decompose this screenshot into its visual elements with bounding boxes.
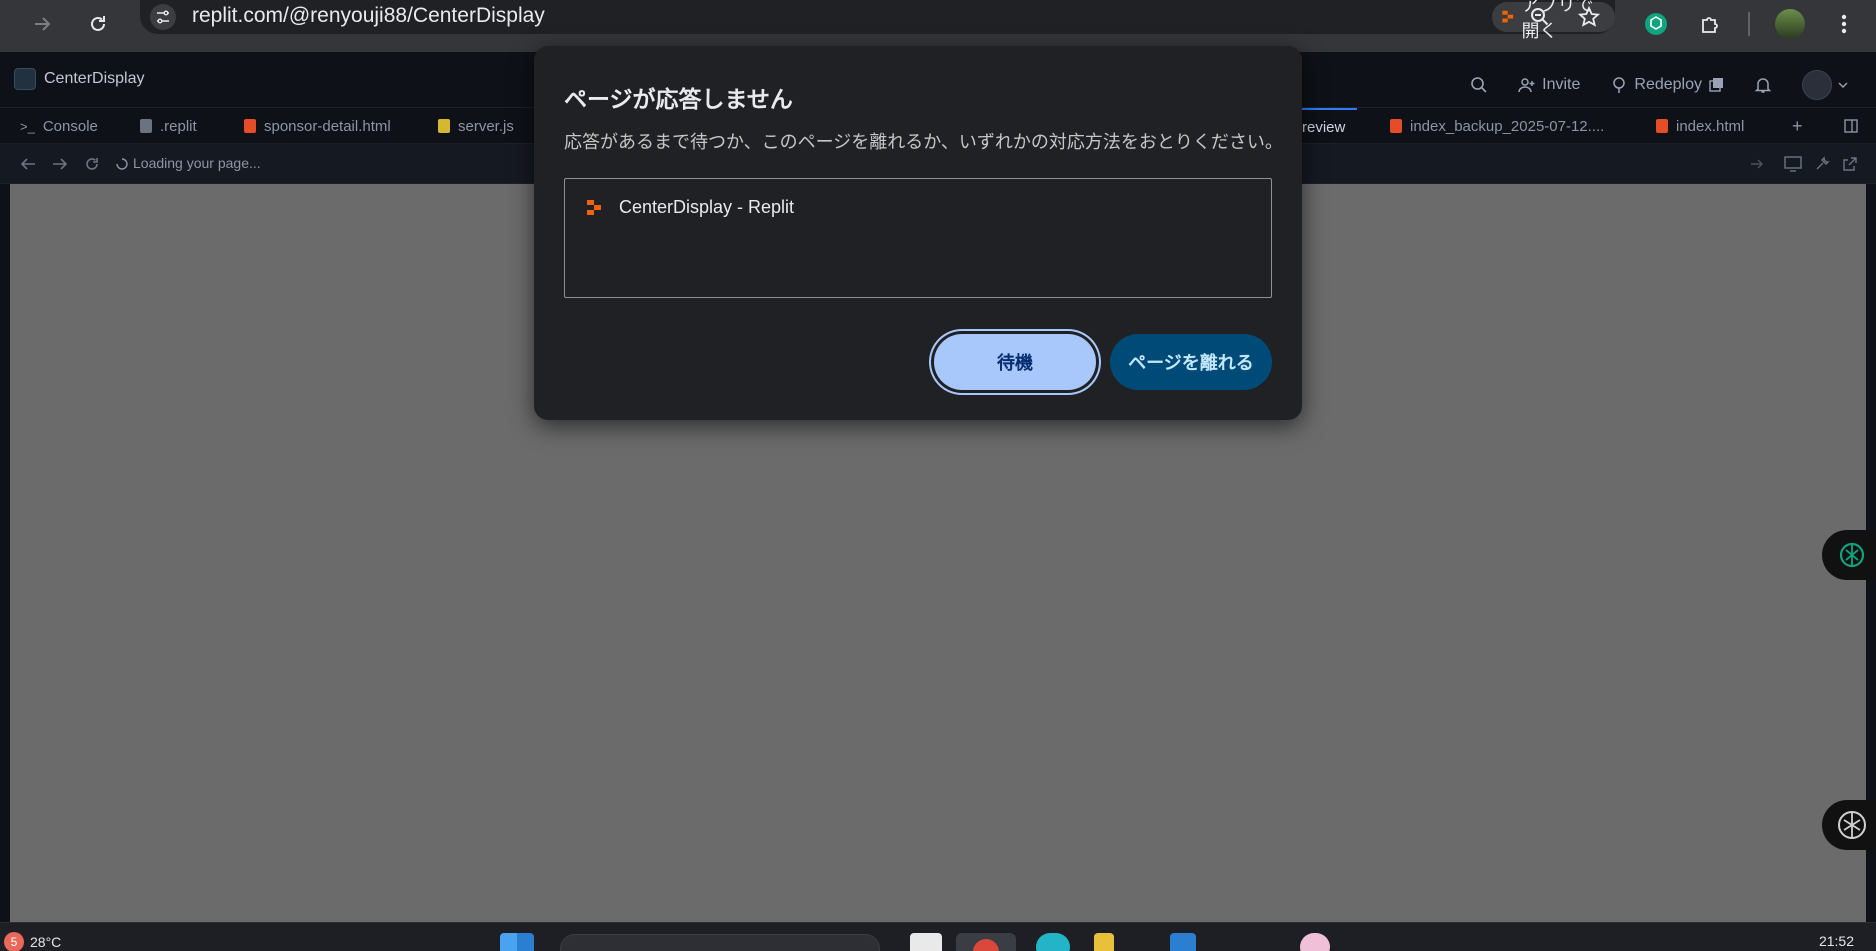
zoom-icon[interactable] — [1525, 2, 1555, 32]
tab-label: review — [1302, 118, 1346, 136]
wait-button[interactable]: 待機 — [934, 334, 1096, 390]
device-preview-icon[interactable] — [1784, 156, 1802, 172]
weather-badge: 5 — [4, 932, 24, 951]
go-arrow-icon[interactable] — [1750, 157, 1764, 171]
profile-picture-icon — [1775, 9, 1805, 39]
console-icon: >_ — [20, 118, 35, 134]
browser-toolbar: replit.com/@renyouji88/CenterDisplay アプリ… — [0, 0, 1876, 52]
chatgpt-sidebar-toggle[interactable] — [1822, 530, 1876, 580]
kebab-menu-icon — [1841, 14, 1847, 34]
tab-replit-config[interactable]: .replit — [128, 108, 209, 144]
tab-label: .replit — [160, 117, 197, 135]
forward-arrow-icon[interactable] — [52, 157, 68, 171]
tab-index-html[interactable]: index.html — [1644, 108, 1756, 144]
tab-label: server.js — [458, 117, 514, 135]
search-button[interactable] — [1462, 70, 1496, 100]
left-border — [0, 184, 10, 922]
taskbar-app-4[interactable] — [1170, 933, 1196, 951]
openai-knot-icon — [1838, 811, 1866, 839]
avatar — [1802, 70, 1832, 100]
address-bar[interactable]: replit.com/@renyouji88/CenterDisplay アプリ… — [140, 0, 1615, 41]
taskbar-search[interactable] — [560, 934, 880, 951]
dialog-title: ページが応答しません — [564, 86, 793, 112]
config-file-icon — [140, 119, 152, 133]
redeploy-button[interactable]: Redeploy — [1602, 70, 1732, 100]
page-name: CenterDisplay - Replit — [619, 197, 795, 217]
tab-sponsor-detail[interactable]: sponsor-detail.html — [232, 108, 403, 144]
url-text: replit.com/@renyouji88/CenterDisplay — [192, 4, 545, 27]
plus-icon: + — [1792, 115, 1803, 136]
taskbar-app-2[interactable] — [1036, 933, 1070, 951]
notifications-button[interactable] — [1746, 70, 1780, 100]
tab-label: index.html — [1676, 117, 1745, 135]
add-user-icon — [1518, 78, 1535, 93]
panel-icon — [1844, 119, 1858, 133]
profile-avatar[interactable] — [1770, 4, 1810, 44]
taskbar-app-chrome[interactable] — [956, 933, 1016, 951]
arrow-right-icon — [35, 17, 51, 31]
new-tab-button[interactable]: + — [1780, 108, 1815, 144]
external-window-icon — [1709, 78, 1723, 92]
chevron-down-icon — [1838, 82, 1848, 88]
html-file-icon — [1656, 119, 1668, 133]
back-arrow-icon[interactable] — [20, 157, 36, 171]
deploy-icon — [1613, 77, 1626, 93]
start-button[interactable] — [500, 933, 534, 951]
project-switcher[interactable]: CenterDisplay — [14, 68, 144, 90]
redeploy-label: Redeploy — [1634, 76, 1702, 93]
preview-url-loading[interactable]: Loading your page... — [133, 155, 261, 171]
tab-label: Console — [42, 117, 98, 135]
html-file-icon — [244, 119, 256, 133]
reload-icon — [91, 16, 105, 31]
browser-menu-button[interactable] — [1824, 4, 1864, 44]
project-name: CenterDisplay — [44, 70, 145, 87]
loading-spinner-icon — [116, 158, 128, 170]
user-menu[interactable] — [1794, 64, 1856, 106]
open-new-tab-icon[interactable] — [1842, 156, 1858, 172]
taskbar-app-5[interactable] — [1300, 933, 1330, 951]
unresponsive-page-list: CenterDisplay - Replit — [564, 178, 1272, 298]
tab-index-backup[interactable]: index_backup_2025-07-12.... — [1378, 108, 1616, 144]
clock: 21:52 — [1818, 933, 1854, 949]
invite-label: Invite — [1542, 76, 1581, 93]
page-unresponsive-dialog: ページが応答しません 応答があるまで待つか、このページを離れるか、いずれかの対応… — [534, 46, 1302, 420]
tab-server-js[interactable]: server.js — [426, 108, 526, 144]
replit-logo-icon — [1502, 10, 1514, 23]
bookmark-star-icon[interactable] — [1574, 2, 1604, 32]
temperature: 28°C — [30, 934, 62, 950]
invite-button[interactable]: Invite — [1510, 70, 1588, 100]
replit-favicon-icon — [587, 199, 601, 215]
tab-options-button[interactable] — [1832, 108, 1870, 144]
js-file-icon — [438, 119, 450, 133]
tab-label: index_backup_2025-07-12.... — [1410, 117, 1605, 135]
devtools-wrench-icon[interactable] — [1814, 156, 1830, 172]
header-actions: Invite Redeploy — [1462, 64, 1856, 106]
taskbar-app-3[interactable] — [1094, 933, 1114, 951]
chrome-icon — [973, 939, 999, 951]
tab-console[interactable]: >_ Console — [8, 108, 110, 144]
extensions-puzzle-icon[interactable] — [1690, 4, 1730, 44]
leave-page-button[interactable]: ページを離れる — [1110, 334, 1272, 390]
chatgpt-extension-icon[interactable] — [1636, 4, 1676, 44]
taskbar-app-files[interactable] — [910, 933, 942, 951]
refresh-icon[interactable] — [84, 156, 100, 172]
taskbar: 5 28°C 21:52 — [0, 922, 1876, 951]
assistant-sidebar-toggle[interactable] — [1822, 800, 1876, 850]
reload-button[interactable] — [78, 4, 118, 44]
bell-icon — [1754, 78, 1772, 93]
forward-button[interactable] — [22, 4, 62, 44]
html-file-icon — [1390, 119, 1402, 133]
weather-widget[interactable]: 5 28°C — [4, 932, 61, 951]
toolbar-divider — [1748, 12, 1750, 36]
search-icon — [1471, 77, 1487, 93]
dialog-message: 応答があるまで待つか、このページを離れるか、いずれかの対応方法をおとりください。 — [564, 132, 1283, 152]
chatgpt-icon — [1839, 542, 1865, 568]
list-item: CenterDisplay - Replit — [585, 197, 794, 218]
screen: replit.com/@renyouji88/CenterDisplay アプリ… — [0, 0, 1876, 951]
project-icon — [14, 68, 36, 90]
tab-label: sponsor-detail.html — [264, 117, 391, 135]
site-settings-icon[interactable] — [150, 4, 176, 30]
